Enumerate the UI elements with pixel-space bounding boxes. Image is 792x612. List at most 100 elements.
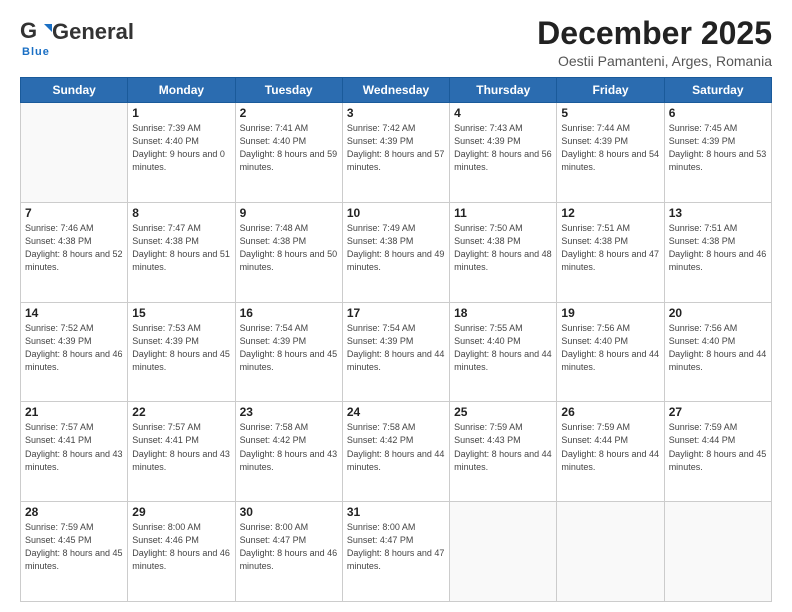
calendar-cell: 8 Sunrise: 7:47 AMSunset: 4:38 PMDaylight… xyxy=(128,202,235,302)
title-section: December 2025 Oestii Pamanteni, Arges, R… xyxy=(537,16,772,69)
calendar-cell: 28 Sunrise: 7:59 AMSunset: 4:45 PMDayligh… xyxy=(21,502,128,602)
day-info: Sunrise: 7:58 AMSunset: 4:42 PMDaylight:… xyxy=(240,421,338,473)
day-info: Sunrise: 7:56 AMSunset: 4:40 PMDaylight:… xyxy=(561,322,659,374)
calendar-cell: 27Sunrise: 7:59 AMSunset: 4:44 PMDayligh… xyxy=(664,402,771,502)
logo: G General Blue xyxy=(20,16,134,58)
day-info: Sunrise: 7:57 AMSunset: 4:41 PMDaylight:… xyxy=(25,421,123,473)
calendar-cell: 15 Sunrise: 7:53 AMSunset: 4:39 PMDayligh… xyxy=(128,302,235,402)
day-info: Sunrise: 7:54 AMSunset: 4:39 PMDaylight:… xyxy=(240,322,338,374)
col-friday: Friday xyxy=(557,78,664,103)
calendar-header-row: Sunday Monday Tuesday Wednesday Thursday… xyxy=(21,78,772,103)
calendar-week-row: 1 Sunrise: 7:39 AMSunset: 4:40 PMDaylight… xyxy=(21,103,772,203)
day-number: 25 xyxy=(454,405,552,419)
day-number: 7 xyxy=(25,206,123,220)
day-info: Sunrise: 7:49 AMSunset: 4:38 PMDaylight:… xyxy=(347,222,445,274)
calendar-cell: 16Sunrise: 7:54 AMSunset: 4:39 PMDayligh… xyxy=(235,302,342,402)
day-number: 17 xyxy=(347,306,445,320)
day-info: Sunrise: 8:00 AMSunset: 4:47 PMDaylight:… xyxy=(347,521,445,573)
calendar-cell: 25 Sunrise: 7:59 AMSunset: 4:43 PMDayligh… xyxy=(450,402,557,502)
day-number: 6 xyxy=(669,106,767,120)
header: G General Blue December 2025 Oestii Pama… xyxy=(20,16,772,69)
day-number: 4 xyxy=(454,106,552,120)
day-info: Sunrise: 7:56 AMSunset: 4:40 PMDaylight:… xyxy=(669,322,767,374)
main-title: December 2025 xyxy=(537,16,772,51)
page: G General Blue December 2025 Oestii Pama… xyxy=(0,0,792,612)
day-info: Sunrise: 7:53 AMSunset: 4:39 PMDaylight:… xyxy=(132,322,230,374)
calendar-week-row: 7 Sunrise: 7:46 AMSunset: 4:38 PMDaylight… xyxy=(21,202,772,302)
day-info: Sunrise: 8:00 AMSunset: 4:46 PMDaylight:… xyxy=(132,521,230,573)
calendar-cell: 3Sunrise: 7:42 AMSunset: 4:39 PMDaylight… xyxy=(342,103,449,203)
day-number: 20 xyxy=(669,306,767,320)
day-info: Sunrise: 7:59 AMSunset: 4:45 PMDaylight:… xyxy=(25,521,123,573)
calendar-table: Sunday Monday Tuesday Wednesday Thursday… xyxy=(20,77,772,602)
calendar-cell: 9Sunrise: 7:48 AMSunset: 4:38 PMDaylight… xyxy=(235,202,342,302)
calendar-cell: 13 Sunrise: 7:51 AMSunset: 4:38 PMDayligh… xyxy=(664,202,771,302)
calendar-cell: 23 Sunrise: 7:58 AMSunset: 4:42 PMDayligh… xyxy=(235,402,342,502)
day-info: Sunrise: 7:45 AMSunset: 4:39 PMDaylight:… xyxy=(669,122,767,174)
day-number: 28 xyxy=(25,505,123,519)
day-number: 29 xyxy=(132,505,230,519)
calendar-cell: 26 Sunrise: 7:59 AMSunset: 4:44 PMDayligh… xyxy=(557,402,664,502)
day-info: Sunrise: 7:51 AMSunset: 4:38 PMDaylight:… xyxy=(669,222,767,274)
svg-text:G: G xyxy=(20,18,37,43)
day-info: Sunrise: 7:59 AMSunset: 4:44 PMDaylight:… xyxy=(561,421,659,473)
day-info: Sunrise: 7:59 AMSunset: 4:43 PMDaylight:… xyxy=(454,421,552,473)
day-info: Sunrise: 7:55 AMSunset: 4:40 PMDaylight:… xyxy=(454,322,552,374)
day-number: 12 xyxy=(561,206,659,220)
day-number: 9 xyxy=(240,206,338,220)
calendar-cell: 29 Sunrise: 8:00 AMSunset: 4:46 PMDayligh… xyxy=(128,502,235,602)
day-info: Sunrise: 7:39 AMSunset: 4:40 PMDaylight:… xyxy=(132,122,230,174)
calendar-cell xyxy=(557,502,664,602)
day-number: 22 xyxy=(132,405,230,419)
day-number: 31 xyxy=(347,505,445,519)
day-number: 15 xyxy=(132,306,230,320)
calendar-cell: 5Sunrise: 7:44 AMSunset: 4:39 PMDaylight… xyxy=(557,103,664,203)
calendar-cell: 10 Sunrise: 7:49 AMSunset: 4:38 PMDayligh… xyxy=(342,202,449,302)
col-sunday: Sunday xyxy=(21,78,128,103)
day-info: Sunrise: 7:41 AMSunset: 4:40 PMDaylight:… xyxy=(240,122,338,174)
day-number: 5 xyxy=(561,106,659,120)
day-info: Sunrise: 7:46 AMSunset: 4:38 PMDaylight:… xyxy=(25,222,123,274)
calendar-cell: 20 Sunrise: 7:56 AMSunset: 4:40 PMDayligh… xyxy=(664,302,771,402)
calendar-cell: 1 Sunrise: 7:39 AMSunset: 4:40 PMDaylight… xyxy=(128,103,235,203)
col-saturday: Saturday xyxy=(664,78,771,103)
day-number: 10 xyxy=(347,206,445,220)
col-monday: Monday xyxy=(128,78,235,103)
day-number: 19 xyxy=(561,306,659,320)
day-number: 8 xyxy=(132,206,230,220)
day-info: Sunrise: 7:50 AMSunset: 4:38 PMDaylight:… xyxy=(454,222,552,274)
day-info: Sunrise: 7:58 AMSunset: 4:42 PMDaylight:… xyxy=(347,421,445,473)
day-number: 13 xyxy=(669,206,767,220)
calendar-cell: 17 Sunrise: 7:54 AMSunset: 4:39 PMDayligh… xyxy=(342,302,449,402)
calendar-cell: 19 Sunrise: 7:56 AMSunset: 4:40 PMDayligh… xyxy=(557,302,664,402)
calendar-cell xyxy=(450,502,557,602)
day-number: 23 xyxy=(240,405,338,419)
day-number: 2 xyxy=(240,106,338,120)
day-info: Sunrise: 7:47 AMSunset: 4:38 PMDaylight:… xyxy=(132,222,230,274)
calendar-cell xyxy=(21,103,128,203)
calendar-cell xyxy=(664,502,771,602)
calendar-cell: 14Sunrise: 7:52 AMSunset: 4:39 PMDayligh… xyxy=(21,302,128,402)
calendar-cell: 31 Sunrise: 8:00 AMSunset: 4:47 PMDayligh… xyxy=(342,502,449,602)
calendar-cell: 12Sunrise: 7:51 AMSunset: 4:38 PMDayligh… xyxy=(557,202,664,302)
calendar-cell: 22Sunrise: 7:57 AMSunset: 4:41 PMDayligh… xyxy=(128,402,235,502)
calendar-cell: 11 Sunrise: 7:50 AMSunset: 4:38 PMDayligh… xyxy=(450,202,557,302)
calendar-cell: 2 Sunrise: 7:41 AMSunset: 4:40 PMDaylight… xyxy=(235,103,342,203)
day-info: Sunrise: 8:00 AMSunset: 4:47 PMDaylight:… xyxy=(240,521,338,573)
day-number: 24 xyxy=(347,405,445,419)
calendar-cell: 21 Sunrise: 7:57 AMSunset: 4:41 PMDayligh… xyxy=(21,402,128,502)
day-info: Sunrise: 7:42 AMSunset: 4:39 PMDaylight:… xyxy=(347,122,445,174)
calendar-cell: 18Sunrise: 7:55 AMSunset: 4:40 PMDayligh… xyxy=(450,302,557,402)
day-number: 30 xyxy=(240,505,338,519)
day-info: Sunrise: 7:54 AMSunset: 4:39 PMDaylight:… xyxy=(347,322,445,374)
logo-blue: Blue xyxy=(22,46,50,58)
day-number: 26 xyxy=(561,405,659,419)
day-number: 1 xyxy=(132,106,230,120)
day-number: 11 xyxy=(454,206,552,220)
day-info: Sunrise: 7:59 AMSunset: 4:44 PMDaylight:… xyxy=(669,421,767,473)
col-tuesday: Tuesday xyxy=(235,78,342,103)
calendar-cell: 7 Sunrise: 7:46 AMSunset: 4:38 PMDaylight… xyxy=(21,202,128,302)
calendar-week-row: 14Sunrise: 7:52 AMSunset: 4:39 PMDayligh… xyxy=(21,302,772,402)
calendar-week-row: 21 Sunrise: 7:57 AMSunset: 4:41 PMDayligh… xyxy=(21,402,772,502)
day-number: 21 xyxy=(25,405,123,419)
